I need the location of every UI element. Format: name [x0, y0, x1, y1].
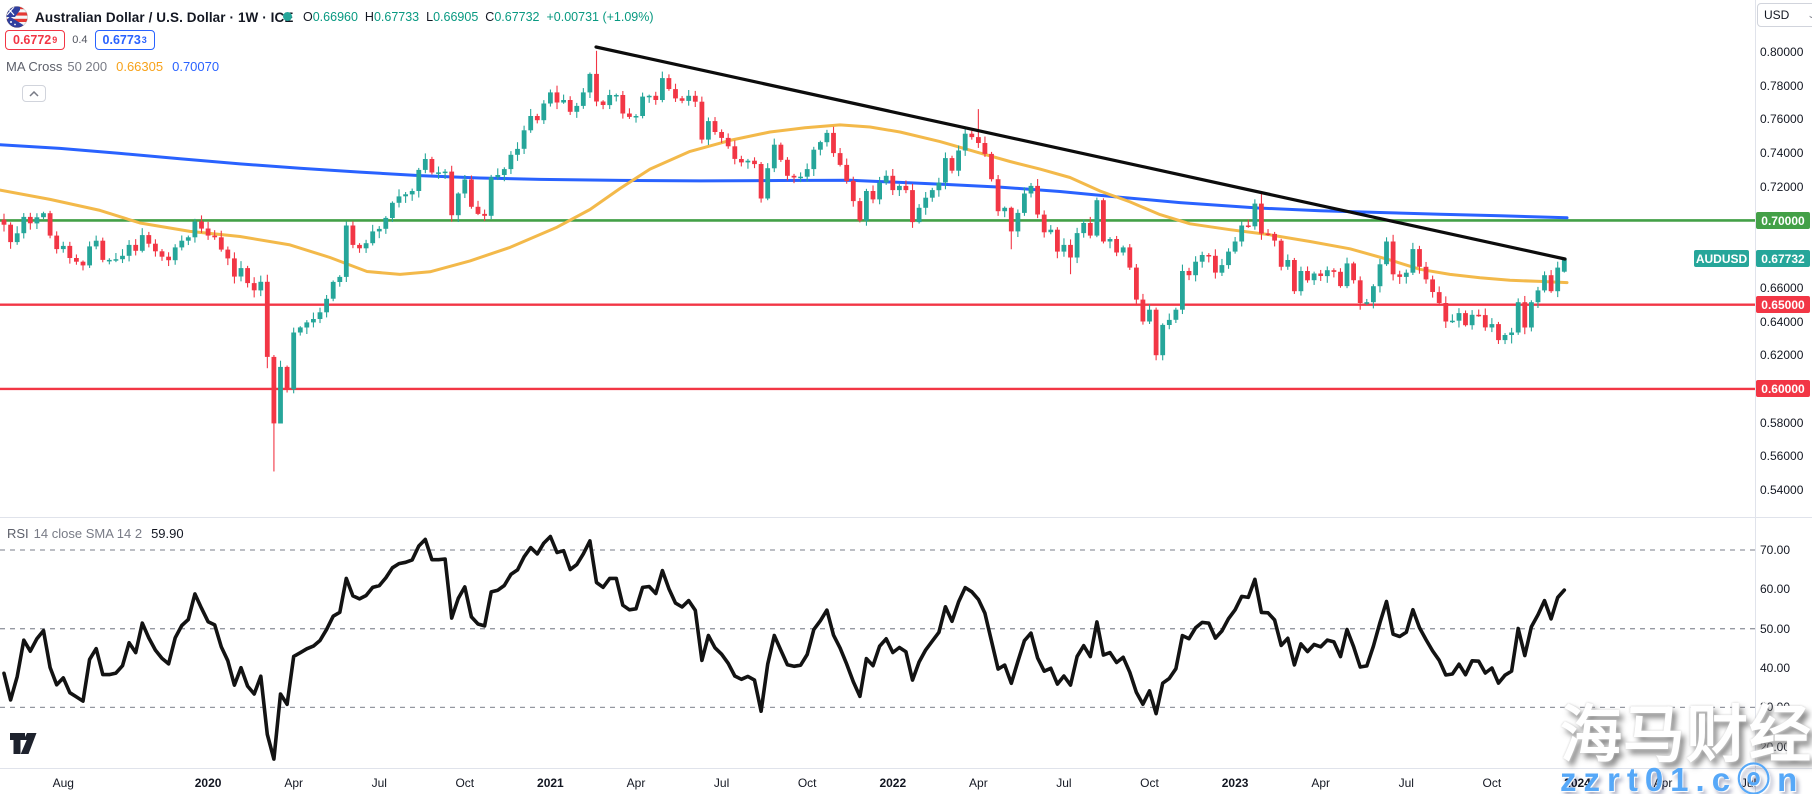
trading-chart-app: Australian Dollar / U.S. Dollar · 1W · I… — [0, 0, 1812, 794]
symbol-flag-icon — [6, 6, 28, 28]
ma-cross-params: 50 200 — [67, 59, 107, 74]
time-axis-label: Apr — [969, 776, 988, 790]
candles-layer[interactable] — [2, 51, 1567, 472]
time-axis-label: Aug — [53, 776, 74, 790]
time-axis-label: Apr — [627, 776, 646, 790]
time-axis-label: Jul — [372, 776, 387, 790]
time-axis-label: Oct — [798, 776, 817, 790]
price-level-badge-red-065: 0.65000 — [1756, 296, 1810, 313]
price-tick-label: 0.62000 — [1760, 348, 1803, 362]
ma50-value: 0.66305 — [116, 59, 163, 74]
price-tick-label: 0.64000 — [1760, 315, 1803, 329]
rsi-params: 14 close SMA 14 2 — [34, 526, 142, 541]
rsi-tick-label: 60.00 — [1760, 582, 1790, 596]
chevron-down-icon: ⌄ — [1807, 10, 1812, 21]
rsi-tick-label: 40.00 — [1760, 661, 1790, 675]
bid-ask-row: 0.67729 0.4 0.67733 — [5, 30, 155, 50]
market-status-icon[interactable] — [283, 12, 292, 21]
ask-price: 0.6773 — [103, 33, 141, 47]
price-tick-label: 0.58000 — [1760, 416, 1803, 430]
price-tick-label: 0.56000 — [1760, 449, 1803, 463]
time-axis-label: 2022 — [879, 776, 906, 790]
time-axis-label: Jul — [714, 776, 729, 790]
tradingview-logo[interactable] — [10, 733, 42, 759]
time-axis-label: Jul — [1056, 776, 1071, 790]
price-tick-label: 0.66000 — [1760, 281, 1803, 295]
currency-unit-button[interactable]: USD ⌄ — [1757, 3, 1812, 27]
url-watermark: zzrt01.cⓞn — [1560, 753, 1804, 794]
time-axis-label: Oct — [1140, 776, 1159, 790]
price-tick-label: 0.74000 — [1760, 146, 1803, 160]
price-tick-label: 0.80000 — [1760, 45, 1803, 59]
rsi-legend[interactable]: RSI 14 close SMA 14 2 59.90 — [7, 526, 184, 541]
ma200-value: 0.70070 — [172, 59, 219, 74]
price-tick-label: 0.72000 — [1760, 180, 1803, 194]
symbol-tag-badge: AUDUSD — [1694, 250, 1749, 267]
sell-button[interactable]: 0.67729 — [5, 30, 65, 50]
ask-price-sup: 3 — [142, 36, 147, 45]
rsi-value: 59.90 — [151, 526, 184, 541]
time-axis-label: 2023 — [1222, 776, 1249, 790]
symbol-legend-row[interactable]: Australian Dollar / U.S. Dollar · 1W · I… — [6, 6, 294, 28]
price-tick-label: 0.76000 — [1760, 112, 1803, 126]
time-axis-label: Apr — [284, 776, 303, 790]
rsi-tick-label: 50.00 — [1760, 622, 1790, 636]
ohlc-readout: O0.66960H0.67733L0.66905C0.67732+0.00731… — [303, 10, 654, 24]
close-value: 0.67732 — [494, 10, 539, 24]
open-value: 0.66960 — [313, 10, 358, 24]
spread-value: 0.4 — [72, 34, 87, 46]
horizontal-level-lines[interactable] — [0, 220, 1755, 388]
price-level-badge-green: 0.70000 — [1756, 212, 1810, 229]
currency-unit-label: USD — [1764, 8, 1789, 22]
rsi-name: RSI — [7, 526, 29, 541]
symbol-title[interactable]: Australian Dollar / U.S. Dollar · 1W · I… — [35, 10, 294, 25]
bid-price-sup: 9 — [52, 36, 57, 45]
time-axis-label: Oct — [455, 776, 474, 790]
rsi-pane[interactable] — [0, 537, 1755, 760]
chart-canvas[interactable] — [0, 0, 1812, 794]
chevron-up-icon — [29, 91, 39, 97]
main-pane[interactable] — [0, 47, 1755, 471]
time-axis-label: Jul — [1399, 776, 1414, 790]
last-price-badge: 0.67732 — [1756, 250, 1810, 267]
price-level-badge-red-060: 0.60000 — [1756, 380, 1810, 397]
price-tick-label: 0.54000 — [1760, 483, 1803, 497]
low-value: 0.66905 — [433, 10, 478, 24]
rsi-tick-label: 70.00 — [1760, 543, 1790, 557]
buy-button[interactable]: 0.67733 — [95, 30, 155, 50]
collapse-legend-button[interactable] — [22, 85, 46, 102]
rsi-line — [4, 537, 1564, 760]
change-value: +0.00731 (+1.09%) — [547, 10, 654, 24]
open-label: O — [303, 10, 313, 24]
time-axis-label: Apr — [1311, 776, 1330, 790]
descending-trendline[interactable] — [596, 47, 1565, 259]
bid-price: 0.6772 — [13, 33, 51, 47]
time-axis-label: Oct — [1483, 776, 1502, 790]
ma-cross-name: MA Cross — [6, 59, 62, 74]
high-value: 0.67733 — [374, 10, 419, 24]
close-label: C — [485, 10, 494, 24]
time-axis-label: 2020 — [195, 776, 222, 790]
time-axis-label: 2021 — [537, 776, 564, 790]
ma-cross-legend[interactable]: MA Cross 50 200 0.66305 0.70070 — [6, 59, 219, 74]
price-tick-label: 0.78000 — [1760, 79, 1803, 93]
high-label: H — [365, 10, 374, 24]
